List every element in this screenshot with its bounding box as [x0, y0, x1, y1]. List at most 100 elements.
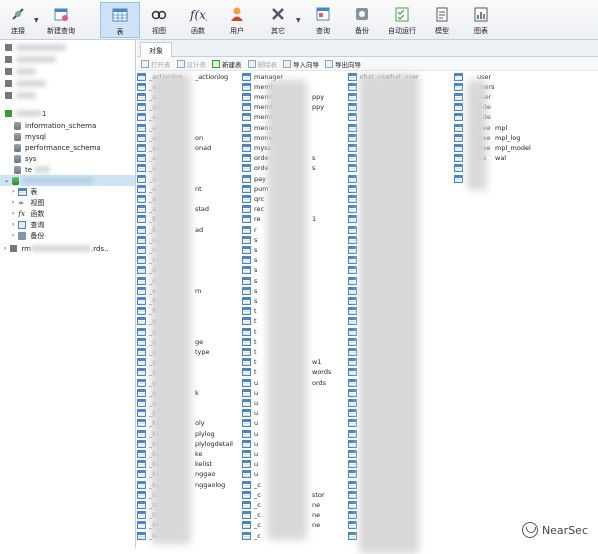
- table-item[interactable]: _c: [242, 531, 261, 540]
- chevron-right-icon[interactable]: ›: [12, 221, 14, 228]
- tree-db-selected[interactable]: ⌄: [0, 175, 135, 186]
- view-button[interactable]: 视图: [145, 2, 173, 38]
- table-name-fragment: ppy: [312, 92, 325, 101]
- table-item[interactable]: pum: [242, 184, 269, 193]
- tree-connection-row[interactable]: [0, 90, 135, 101]
- function-icon: f(x): [189, 5, 207, 23]
- table-item[interactable]: s: [242, 256, 257, 265]
- new-query-button[interactable]: 新建查询: [46, 2, 76, 38]
- table-item[interactable]: u: [242, 470, 258, 479]
- table-item[interactable]: _c: [242, 500, 261, 509]
- table-item[interactable]: s: [242, 276, 257, 285]
- tree-connection-row[interactable]: [0, 78, 135, 89]
- tab-objects[interactable]: 对象: [140, 42, 172, 57]
- table-name-fragment: plylog: [195, 429, 215, 438]
- chevron-right-icon[interactable]: ›: [4, 245, 6, 252]
- table-item[interactable]: s: [242, 235, 257, 244]
- tree-connection-row[interactable]: [0, 42, 135, 53]
- table-item[interactable]: u: [242, 429, 258, 438]
- tree-node-queries[interactable]: › 查询: [0, 219, 135, 230]
- table-item[interactable]: qrc: [242, 194, 264, 203]
- table-item[interactable]: t: [242, 327, 257, 336]
- tree-node-views[interactable]: › ∞ 视图: [0, 197, 135, 208]
- other-button[interactable]: 其它: [263, 2, 293, 38]
- chevron-right-icon[interactable]: ›: [12, 199, 14, 206]
- table-item[interactable]: s: [242, 296, 257, 305]
- table-item[interactable]: [454, 174, 466, 183]
- table-item[interactable]: u: [242, 378, 258, 387]
- tree-db-te[interactable]: te: [0, 164, 135, 175]
- tree-node-functions[interactable]: › fx 函数: [0, 208, 135, 219]
- tree-connection-row[interactable]: › rm .rds..: [0, 243, 135, 254]
- table-item[interactable]: _c: [242, 480, 261, 489]
- new-table-button[interactable]: 新建表: [212, 59, 242, 69]
- table-item[interactable]: t: [242, 358, 257, 367]
- tree-node-tables[interactable]: › 表: [0, 186, 135, 197]
- chevron-down-icon[interactable]: ⌄: [4, 177, 9, 184]
- table-item[interactable]: _c: [242, 490, 261, 499]
- table-item[interactable]: orde: [242, 154, 269, 163]
- table-item[interactable]: rec: [242, 205, 264, 214]
- table-item[interactable]: u: [242, 449, 258, 458]
- table-button[interactable]: 表: [100, 2, 140, 38]
- chevron-right-icon[interactable]: ›: [12, 188, 14, 195]
- chevron-right-icon[interactable]: ›: [12, 232, 14, 239]
- tree-db-sys[interactable]: sys: [0, 153, 135, 164]
- export-wizard-button[interactable]: 导出向导: [325, 59, 361, 69]
- tree-open-connection-row[interactable]: 1: [0, 108, 135, 119]
- query-button[interactable]: 查询: [308, 2, 338, 38]
- table-item[interactable]: u: [242, 419, 258, 428]
- table-item[interactable]: [454, 154, 466, 163]
- other-dropdown-icon[interactable]: ▼: [296, 17, 301, 24]
- table-item[interactable]: t: [242, 368, 257, 377]
- chart-button[interactable]: 图表: [466, 2, 496, 38]
- table-item[interactable]: u: [242, 388, 258, 397]
- function-button[interactable]: f(x) 函数: [183, 2, 213, 38]
- tree-connection-row[interactable]: [0, 66, 135, 77]
- table-name-fragment: s: [312, 164, 316, 173]
- table-item[interactable]: [454, 164, 466, 173]
- table-item[interactable]: t: [242, 337, 257, 346]
- table-item[interactable]: pay: [242, 174, 266, 183]
- table-item[interactable]: [454, 133, 466, 142]
- table-item[interactable]: orde: [242, 164, 269, 173]
- delete-table-button[interactable]: 删除表: [247, 59, 277, 69]
- table-item[interactable]: u: [242, 460, 258, 469]
- design-table-button[interactable]: 设计表: [176, 59, 206, 69]
- table-item[interactable]: [454, 143, 466, 152]
- tree-node-backups[interactable]: › 备份: [0, 230, 135, 241]
- connect-dropdown-icon[interactable]: ▼: [34, 17, 39, 24]
- table-item[interactable]: re: [242, 215, 261, 224]
- table-item[interactable]: _c: [242, 511, 261, 520]
- table-item[interactable]: s: [242, 286, 257, 295]
- table-item[interactable]: r: [242, 225, 257, 234]
- automation-button[interactable]: 自动运行: [385, 2, 419, 38]
- table-item[interactable]: s: [242, 266, 257, 275]
- table-item[interactable]: u: [242, 409, 258, 418]
- backup-button[interactable]: 备份: [347, 2, 377, 38]
- tree-db-information-schema[interactable]: information_schema: [0, 120, 135, 131]
- table-item[interactable]: t: [242, 347, 257, 356]
- open-table-button[interactable]: 打开表: [141, 59, 171, 69]
- table-item[interactable]: s: [242, 245, 257, 254]
- import-wizard-button[interactable]: 导入向导: [283, 59, 319, 69]
- tree-db-mysql[interactable]: mysql: [0, 131, 135, 142]
- tree-connection-row[interactable]: [0, 54, 135, 65]
- table-item[interactable]: t: [242, 317, 257, 326]
- table-item[interactable]: [454, 92, 466, 101]
- table-item[interactable]: [454, 113, 466, 122]
- user-button[interactable]: 用户: [222, 2, 252, 38]
- connect-button[interactable]: 连接: [6, 2, 30, 38]
- table-item[interactable]: t: [242, 307, 257, 316]
- model-button[interactable]: 模型: [427, 2, 457, 38]
- table-item[interactable]: _c: [242, 521, 261, 530]
- tree-db-performance-schema[interactable]: performance_schema: [0, 142, 135, 153]
- table-item[interactable]: [454, 123, 466, 132]
- table-item[interactable]: [454, 82, 466, 91]
- table-item[interactable]: u: [242, 398, 258, 407]
- table-item[interactable]: u: [242, 439, 258, 448]
- table-item[interactable]: [454, 103, 466, 112]
- table-icon: [348, 276, 357, 285]
- chevron-right-icon[interactable]: ›: [12, 210, 14, 217]
- table-item[interactable]: [454, 72, 466, 81]
